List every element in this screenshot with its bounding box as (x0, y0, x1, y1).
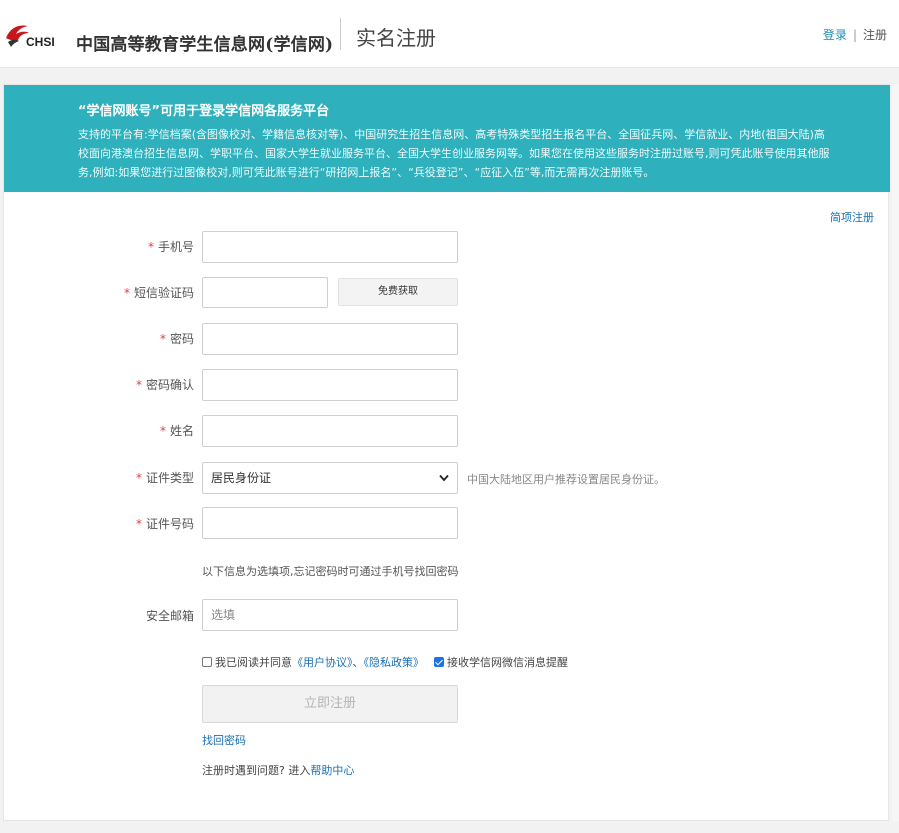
agree-separator: 、 (352, 656, 364, 669)
chsi-logo-icon[interactable]: CHSI (4, 20, 60, 50)
name-label-text: 姓名 (169, 424, 194, 438)
banner-title: “学信网账号”可用于登录学信网各服务平台 (78, 104, 330, 119)
user-agreement-link[interactable]: 《用户协议》 (292, 656, 353, 669)
password-label-text: 密码 (169, 332, 194, 346)
submit-register-button[interactable]: 立即注册 (202, 685, 458, 723)
required-mark: * (159, 424, 166, 438)
password-label: * 密码 (74, 330, 194, 347)
agree-prefix: 我已阅读并同意 (215, 656, 292, 669)
header-divider (340, 18, 341, 50)
id-number-label: * 证件号码 (74, 515, 194, 532)
help-center-link[interactable]: 帮助中心 (310, 764, 354, 777)
agreement-row: 我已阅读并同意《用户协议》、《隐私政策》 接收学信网微信消息提醒 (202, 654, 568, 670)
optional-fields-note: 以下信息为选填项,忘记密码时可通过手机号找回密码 (202, 565, 459, 578)
sms-code-label-text: 短信验证码 (133, 286, 194, 300)
password-confirm-input[interactable] (202, 369, 458, 401)
header-account-links: 登录 | 注册 (823, 26, 887, 43)
site-header: CHSI 中国高等教育学生信息网(学信网) 实名注册 登录 | 注册 (0, 0, 899, 68)
email-label: 安全邮箱 (145, 609, 194, 623)
required-mark: * (135, 378, 142, 392)
password-input[interactable] (202, 323, 458, 355)
security-email-input[interactable] (202, 599, 458, 631)
password-confirm-label-text: 密码确认 (145, 378, 194, 392)
id-type-label-text: 证件类型 (145, 471, 194, 485)
page-edge (892, 84, 899, 821)
chevron-down-icon (439, 474, 449, 482)
id-type-label: * 证件类型 (74, 469, 194, 486)
id-number-input[interactable] (202, 507, 458, 539)
svg-text:CHSI: CHSI (26, 35, 55, 49)
required-mark: * (123, 286, 130, 300)
sms-code-label: * 短信验证码 (74, 284, 194, 301)
info-banner: “学信网账号”可用于登录学信网各服务平台 支持的平台有:学信档案(含图像校对、学… (4, 85, 890, 192)
required-mark: * (159, 332, 166, 346)
id-type-selected-value: 居民身份证 (211, 471, 272, 485)
required-mark: * (147, 240, 154, 254)
simple-register-link[interactable]: 简项注册 (830, 209, 874, 225)
login-link[interactable]: 登录 (823, 28, 847, 42)
phone-label-text: 手机号 (157, 240, 194, 254)
find-password-link[interactable]: 找回密码 (202, 732, 246, 748)
id-type-hint: 中国大陆地区用户推荐设置居民身份证。 (467, 473, 665, 486)
site-name[interactable]: 中国高等教育学生信息网(学信网) (76, 30, 333, 55)
get-sms-code-button[interactable]: 免费获取 (338, 278, 458, 306)
banner-description: 支持的平台有:学信档案(含图像校对、学籍信息核对等)、中国研究生招生信息网、高考… (78, 128, 830, 179)
phone-label: * 手机号 (74, 238, 194, 255)
help-prefix: 注册时遇到问题? 进入 (202, 764, 311, 777)
register-link[interactable]: 注册 (863, 28, 887, 42)
required-mark: * (135, 471, 142, 485)
privacy-policy-link[interactable]: 《隐私政策》 (364, 656, 425, 669)
name-label: * 姓名 (74, 422, 194, 439)
phone-input[interactable] (202, 231, 458, 263)
agree-terms-checkbox[interactable] (202, 657, 212, 667)
page-title: 实名注册 (356, 26, 436, 50)
header-separator: | (852, 28, 857, 42)
password-confirm-label: * 密码确认 (74, 376, 194, 393)
wechat-notice-checkbox[interactable] (434, 657, 444, 667)
id-type-select[interactable]: 居民身份证 (202, 462, 458, 494)
required-mark: * (135, 517, 142, 531)
name-input[interactable] (202, 415, 458, 447)
wechat-notice-label: 接收学信网微信消息提醒 (447, 656, 568, 669)
sms-code-input[interactable] (202, 277, 328, 308)
id-number-label-text: 证件号码 (145, 517, 194, 531)
help-row: 注册时遇到问题? 进入帮助中心 (202, 762, 354, 778)
register-panel: “学信网账号”可用于登录学信网各服务平台 支持的平台有:学信档案(含图像校对、学… (3, 84, 890, 821)
